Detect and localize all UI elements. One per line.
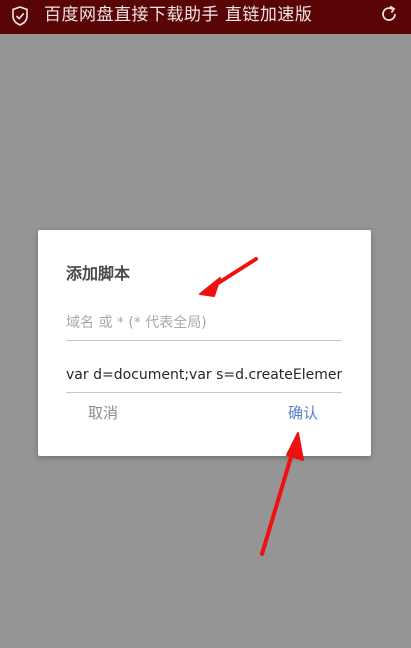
cancel-button[interactable]: 取消	[88, 402, 118, 423]
dialog-title: 添加脚本	[66, 264, 131, 283]
refresh-icon[interactable]	[379, 4, 399, 24]
shield-check-icon	[12, 6, 28, 26]
top-bar: 百度网盘直接下载助手 直链加速版	[0, 0, 411, 34]
domain-input[interactable]	[66, 306, 342, 341]
page-title: 百度网盘直接下载助手 直链加速版	[44, 5, 313, 25]
add-script-dialog: 添加脚本 取消 确认	[38, 230, 371, 456]
script-input[interactable]	[66, 358, 342, 393]
confirm-button[interactable]: 确认	[288, 402, 318, 423]
